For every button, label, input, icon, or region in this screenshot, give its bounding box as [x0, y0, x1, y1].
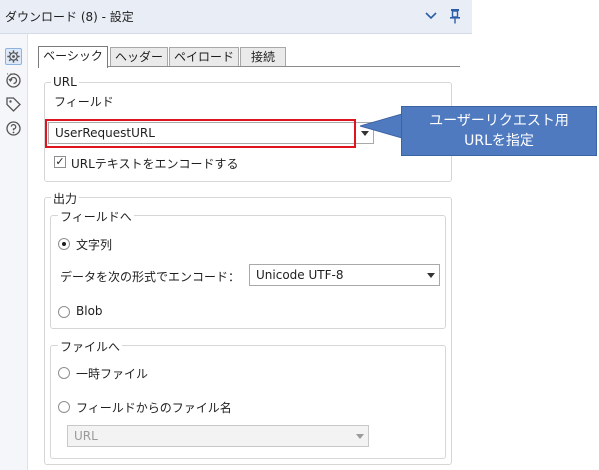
to-field-group-label: フィールドへ — [58, 208, 134, 225]
temp-file-radio[interactable] — [58, 367, 70, 379]
dropdown-arrow-icon[interactable] — [423, 265, 439, 285]
filename-from-field-label: フィールドからのファイル名 — [76, 401, 232, 415]
side-toolbar: ⋯ — [0, 34, 28, 470]
filename-field-select[interactable]: URL — [67, 425, 369, 447]
help-icon[interactable] — [5, 120, 22, 137]
callout-line-2: URLを指定 — [464, 133, 534, 149]
highlight-box — [45, 119, 356, 148]
blob-radio[interactable] — [58, 306, 70, 318]
pin-icon[interactable] — [448, 8, 462, 24]
string-radio-label: 文字列 — [76, 238, 113, 252]
tag-icon[interactable] — [5, 96, 22, 113]
tab-basic[interactable]: ベーシック — [38, 46, 108, 68]
tab-header[interactable]: ヘッダー — [110, 47, 168, 67]
annotation-callout: ユーザーリクエスト用 URLを指定 — [401, 106, 597, 156]
window-title: ダウンロード (8) - 設定 — [5, 10, 134, 24]
blob-radio-label: Blob — [76, 304, 103, 318]
to-file-group-label: ファイルへ — [58, 338, 123, 355]
refresh-circle-icon[interactable] — [5, 72, 22, 89]
dropdown-arrow-icon[interactable] — [352, 426, 368, 446]
filename-field-value: URL — [74, 429, 98, 443]
callout-pointer — [360, 113, 402, 139]
tab-payload[interactable]: ペイロード — [169, 47, 239, 67]
encoding-value: Unicode UTF-8 — [256, 268, 344, 282]
url-group-label: URL — [51, 75, 79, 89]
encode-url-label: URLテキストをエンコードする — [71, 157, 239, 171]
string-radio[interactable] — [58, 238, 70, 250]
chevron-down-icon[interactable] — [424, 10, 438, 22]
background-area — [472, 0, 599, 470]
gear-icon[interactable] — [5, 48, 22, 65]
filename-from-field-radio[interactable] — [58, 401, 70, 413]
callout-line-1: ユーザーリクエスト用 — [429, 113, 569, 129]
tab-connection[interactable]: 接続 — [240, 47, 286, 67]
encoding-select[interactable]: Unicode UTF-8 — [249, 264, 440, 286]
encode-url-checkbox[interactable]: ✓ — [54, 156, 66, 168]
window-title-bar: ダウンロード (8) - 設定 — [0, 0, 472, 34]
temp-file-label: 一時ファイル — [76, 367, 149, 381]
output-group-label: 出力 — [51, 190, 80, 207]
encode-format-label: データを次の形式でエンコード： — [60, 270, 241, 284]
field-label: フィールド — [54, 95, 114, 109]
